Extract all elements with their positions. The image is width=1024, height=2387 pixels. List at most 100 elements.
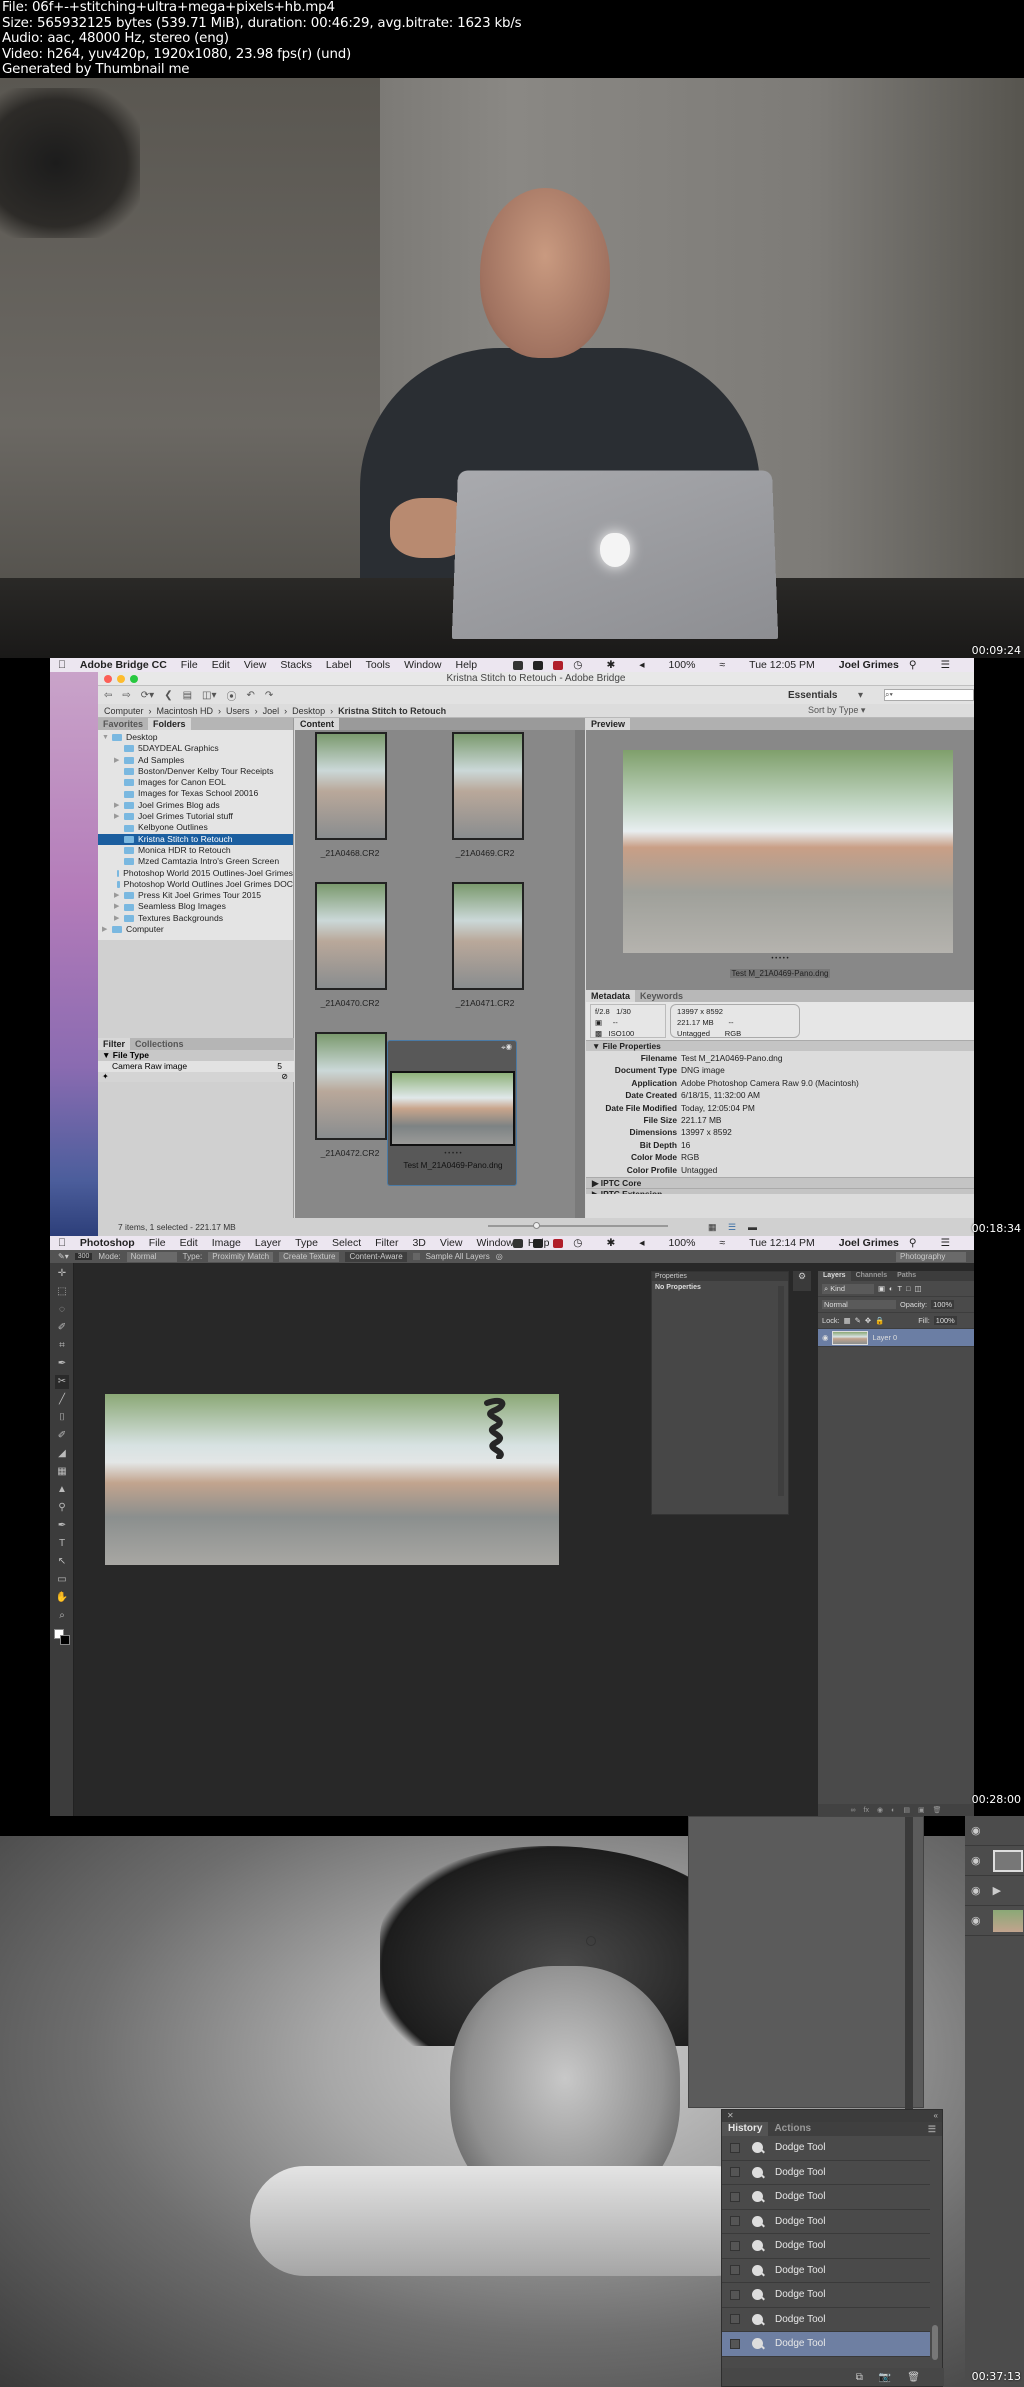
spotlight-icon[interactable]: ⚲ <box>909 659 917 671</box>
tool-button[interactable]: ⬚ <box>55 1285 69 1299</box>
thumbnail-image[interactable] <box>315 1032 387 1140</box>
snapshot-source-checkbox[interactable] <box>730 2142 740 2153</box>
clear-filter-icon[interactable]: ⊘ <box>281 1072 288 1081</box>
user-name[interactable]: Joel Grimes <box>839 1237 899 1249</box>
layer-name[interactable]: Layer 0 <box>872 1333 897 1342</box>
tool-button[interactable]: ✂ <box>55 1375 69 1389</box>
menu-3d[interactable]: 3D <box>412 1237 425 1249</box>
type-content-aware[interactable]: Content-Aware <box>345 1251 407 1262</box>
delete-layer-icon[interactable]: 🗑 <box>933 1806 942 1814</box>
apple-menu-icon[interactable]:  <box>58 1237 66 1249</box>
history-state[interactable]: Dodge Tool <box>722 2308 930 2332</box>
menubar-app-icon[interactable] <box>533 1238 544 1248</box>
file-properties-section[interactable]: ▼ File Properties <box>586 1040 974 1051</box>
return-button[interactable]: ❮ <box>164 690 172 701</box>
rotate-left-icon[interactable]: ↶ <box>247 690 255 701</box>
layer-mask-icon[interactable]: ◉ <box>877 1806 883 1814</box>
preview-rating-dots[interactable]: • • • • • <box>586 956 974 962</box>
menu-view[interactable]: View <box>440 1237 463 1249</box>
crumb-joel[interactable]: Joel <box>263 706 280 716</box>
thumbnail-size-slider-knob[interactable] <box>533 1222 540 1229</box>
tool-button[interactable]: ▭ <box>55 1573 69 1587</box>
history-state[interactable]: Dodge Tool <box>722 2210 930 2234</box>
lock-transparency-icon[interactable]: ▦ <box>844 1316 851 1325</box>
folder-item[interactable]: Images for Texas School 20016 <box>98 788 293 799</box>
pressure-icon[interactable]: ◎ <box>496 1252 503 1261</box>
menu-type[interactable]: Type <box>295 1237 318 1249</box>
tool-button[interactable]: ⚲ <box>55 1501 69 1515</box>
history-state[interactable]: Dodge Tool <box>722 2136 930 2161</box>
tool-button[interactable]: ◌ <box>55 1303 69 1317</box>
app-menu[interactable]: Photoshop <box>80 1237 135 1249</box>
properties-scrollbar[interactable] <box>778 1286 784 1496</box>
folder-item[interactable]: Kristna Stitch to Retouch <box>98 833 293 845</box>
snapshot-source-checkbox[interactable] <box>730 2240 740 2251</box>
tab-collections[interactable]: Collections <box>130 1038 189 1050</box>
tab-content[interactable]: Content <box>295 718 339 730</box>
apple-menu-icon[interactable]:  <box>58 659 66 671</box>
creative-cloud-icon[interactable] <box>513 1238 524 1248</box>
tool-button[interactable]: ▦ <box>55 1465 69 1479</box>
time-machine-icon[interactable]: ◷ <box>573 659 582 671</box>
background-color[interactable] <box>60 1635 70 1645</box>
tab-filter[interactable]: Filter <box>98 1038 131 1050</box>
panel-dock-icon[interactable]: ⚙ <box>793 1271 811 1291</box>
user-name[interactable]: Joel Grimes <box>839 659 899 671</box>
pano-thumbnail-image[interactable] <box>390 1071 515 1146</box>
workspace-select[interactable]: Photography <box>896 1251 966 1262</box>
blend-mode-select[interactable]: Normal <box>822 1300 896 1309</box>
disclosure-triangle-icon[interactable]: ▶ <box>114 901 124 912</box>
menu-select[interactable]: Select <box>332 1237 361 1249</box>
adjustment-layer-icon[interactable]: ◐ <box>891 1807 895 1814</box>
menu-filter[interactable]: Filter <box>375 1237 398 1249</box>
filter-type-icon[interactable]: T <box>897 1284 902 1293</box>
tool-button[interactable]: ◢ <box>55 1447 69 1461</box>
folder-item[interactable]: ▶ Computer <box>98 924 293 935</box>
history-state[interactable]: Dodge Tool <box>722 2234 930 2259</box>
lock-pixels-icon[interactable]: ✎ <box>855 1316 861 1325</box>
tab-actions[interactable]: Actions <box>768 2122 817 2136</box>
rotate-right-icon[interactable]: ↷ <box>265 690 273 701</box>
menubar-red-icon[interactable] <box>553 660 564 670</box>
folder-item[interactable]: Mzed Camtazia Intro's Green Screen <box>98 856 293 867</box>
camera-import-icon[interactable]: ▤ <box>183 690 192 701</box>
folder-item[interactable]: 5DAYDEAL Graphics <box>98 743 293 754</box>
minimize-window-button[interactable] <box>117 675 125 683</box>
tool-button[interactable]: ✐ <box>55 1321 69 1335</box>
visibility-eye-icon[interactable]: ◉ <box>971 1824 981 1837</box>
tab-history[interactable]: History <box>722 2122 769 2136</box>
folder-item[interactable]: ▶ Joel Grimes Blog ads <box>98 800 293 811</box>
thumbnail-image[interactable] <box>315 732 387 840</box>
sample-all-layers-checkbox[interactable] <box>412 1253 420 1260</box>
disclosure-triangle-icon[interactable]: ▶ <box>114 800 124 811</box>
back-button[interactable]: ⇦ <box>104 690 112 701</box>
creative-cloud-icon[interactable] <box>513 660 524 670</box>
new-document-from-state-icon[interactable]: ⧉ <box>856 2372 863 2383</box>
tool-button[interactable]: ⌕ <box>55 1609 69 1623</box>
panel-menu-icon[interactable]: ☰ <box>922 2122 942 2136</box>
delete-state-icon[interactable]: 🗑 <box>907 2372 920 2383</box>
properties-title[interactable]: Properties <box>652 1272 788 1281</box>
tool-button[interactable]: ✒ <box>55 1519 69 1533</box>
menu-file[interactable]: File <box>181 659 198 671</box>
preview-image[interactable] <box>623 750 953 953</box>
visibility-eye-icon[interactable]: ◉ <box>971 1854 981 1867</box>
folder-item[interactable]: ▶ Seamless Blog Images <box>98 901 293 912</box>
new-layer-icon[interactable]: ▣ <box>918 1806 925 1814</box>
crumb-computer[interactable]: Computer <box>104 706 144 716</box>
snapshot-source-checkbox[interactable] <box>730 2338 740 2349</box>
close-panel-icon[interactable]: ✕ <box>727 2111 734 2120</box>
lock-all-icon[interactable]: 🔒 <box>875 1316 884 1325</box>
type-create-texture[interactable]: Create Texture <box>279 1251 340 1262</box>
collapse-panel-icon[interactable]: « <box>934 2110 938 2122</box>
filter-kind-select[interactable]: ⌕ Kind <box>822 1283 874 1294</box>
crumb-desktop[interactable]: Desktop <box>292 706 325 716</box>
menubar-app-icon[interactable] <box>533 660 544 670</box>
type-proximity-match[interactable]: Proximity Match <box>208 1251 274 1262</box>
disclosure-triangle-icon[interactable]: ▶ <box>114 913 124 924</box>
lock-position-icon[interactable]: ✥ <box>865 1316 871 1325</box>
forward-button[interactable]: ⇨ <box>122 690 130 701</box>
disclosure-triangle-icon[interactable]: ▼ <box>102 732 112 743</box>
battery-status[interactable]: 100% <box>669 659 696 671</box>
battery-status[interactable]: 100% <box>669 1237 696 1249</box>
